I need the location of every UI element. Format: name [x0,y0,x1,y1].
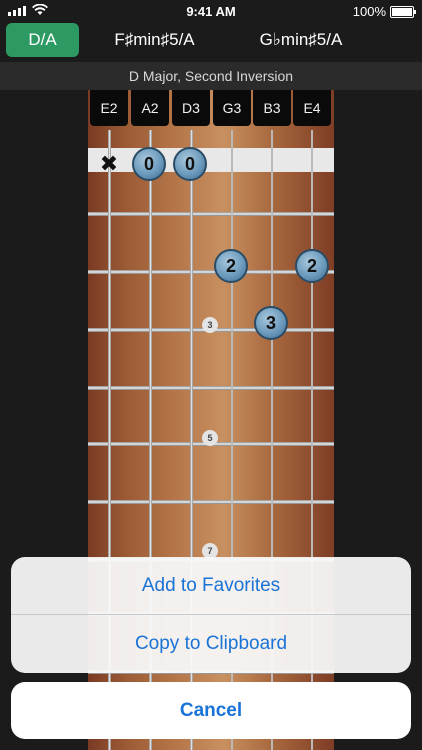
chord-selector: D/A F♯min♯5/A G♭min♯5/A [0,22,422,60]
add-to-favorites-button[interactable]: Add to Favorites [11,557,411,614]
open-string-marker[interactable]: 0 [132,147,166,181]
battery-percent: 100% [352,4,386,19]
chord-tab-d-over-a[interactable]: D/A [6,23,79,57]
battery-icon [390,6,416,18]
status-bar: 9:41 AM 100% [0,0,422,22]
chord-tab-g-flat-min[interactable]: G♭min♯5/A [236,23,366,57]
fret-inlay-3: 3 [202,317,218,333]
fret-wire [88,500,334,504]
string-label-b3: B3 [253,90,291,126]
finger-marker[interactable]: 3 [254,306,288,340]
finger-marker[interactable]: 2 [295,249,329,283]
fret-inlay-5: 5 [202,430,218,446]
string-label-a2: A2 [131,90,169,126]
chord-name: D Major, Second Inversion [0,62,422,90]
copy-to-clipboard-button[interactable]: Copy to Clipboard [11,615,411,672]
string-label-d3: D3 [172,90,210,126]
muted-string-icon[interactable]: ✖ [97,152,121,176]
action-sheet: Add to Favorites Copy to Clipboard [11,557,411,673]
open-string-marker[interactable]: 0 [173,147,207,181]
string-label-g3: G3 [213,90,251,126]
cancel-button[interactable]: Cancel [11,682,411,739]
string-label-e2: E2 [90,90,128,126]
fret-wire [88,212,334,216]
fret-wire [88,386,334,390]
finger-marker[interactable]: 2 [214,249,248,283]
string-label-e4: E4 [293,90,331,126]
open-string-row [88,148,334,172]
chord-tab-f-sharp-min[interactable]: F♯min♯5/A [92,23,217,57]
